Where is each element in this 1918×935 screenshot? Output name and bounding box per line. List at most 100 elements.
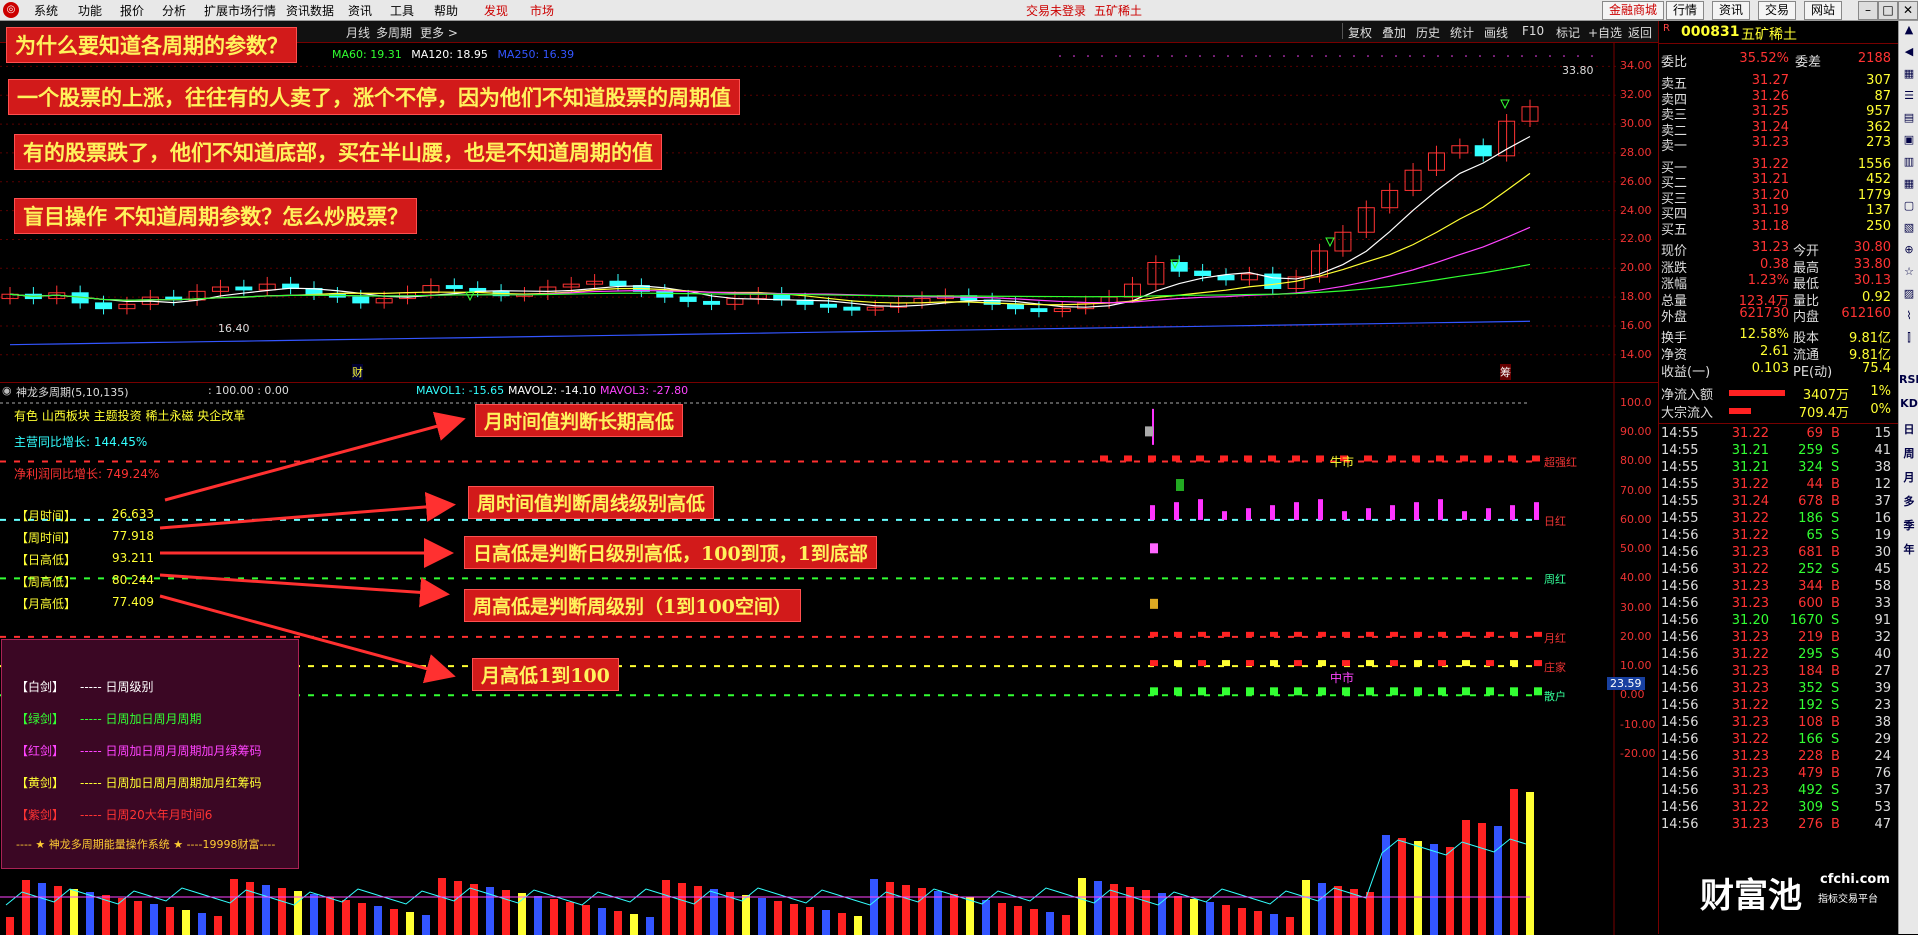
stat-value: 621730 bbox=[1739, 306, 1789, 321]
sword-legend: 【白剑】 ----- 日周级别 【绿剑】 ----- 日周加日周月周期 【红剑】 ----… bbox=[1, 639, 299, 869]
tick-time: 14:55 bbox=[1661, 510, 1699, 526]
chart-icon[interactable]: ▤ bbox=[1901, 111, 1917, 124]
stat2-label: 收益(一) bbox=[1661, 364, 1711, 380]
side-tab[interactable]: RSI bbox=[1899, 373, 1918, 386]
f10-button[interactable]: F10 bbox=[1522, 24, 1544, 38]
calc-icon[interactable]: ▧ bbox=[1901, 221, 1917, 234]
tick-price: 31.22 bbox=[1731, 799, 1769, 815]
tick-price: 31.23 bbox=[1731, 782, 1769, 798]
side-tab[interactable]: 周 bbox=[1899, 445, 1918, 461]
indicator-title[interactable]: 神龙多周期(5,10,135) bbox=[16, 384, 129, 400]
tick-vol: 44 bbox=[1806, 476, 1823, 492]
tick-price: 31.21 bbox=[1731, 459, 1769, 475]
adjust-button[interactable]: 复权 bbox=[1348, 24, 1372, 41]
stat-value2: 33.80 bbox=[1853, 256, 1891, 272]
grid-icon[interactable]: ▦ bbox=[1901, 67, 1917, 80]
legend-item-name: 【红剑】 bbox=[16, 744, 65, 758]
overlay-button[interactable]: 叠加 bbox=[1382, 24, 1406, 41]
history-button[interactable]: 历史 bbox=[1416, 24, 1440, 41]
bars-icon[interactable]: ▨ bbox=[1901, 287, 1917, 300]
ask-row-value2: 87 bbox=[1874, 88, 1891, 104]
maximize-icon[interactable]: □ bbox=[1878, 1, 1898, 20]
tick-vol: 228 bbox=[1798, 748, 1823, 764]
menu-system[interactable]: 系统 bbox=[34, 2, 58, 19]
stat-value2: 30.13 bbox=[1853, 273, 1891, 288]
menu-quote[interactable]: 报价 bbox=[120, 2, 144, 19]
add-watchlist-button[interactable]: +自选 bbox=[1588, 24, 1622, 41]
tick-dir: B bbox=[1831, 816, 1840, 832]
menu-ext-market[interactable]: 扩展市场行情 bbox=[204, 2, 276, 19]
arrow-left-icon[interactable]: ◀ bbox=[1901, 45, 1917, 58]
price-tick: 24.00 bbox=[1620, 203, 1652, 217]
list-icon[interactable]: ☰ bbox=[1901, 89, 1917, 102]
info-icon[interactable]: ▥ bbox=[1901, 155, 1917, 168]
menu-bar: ◎ 系统 功能 报价 分析 扩展市场行情 资讯数据 资讯 工具 帮助 发现 市场… bbox=[0, 0, 1918, 21]
mark-button[interactable]: 标记 bbox=[1556, 24, 1580, 41]
tick-price: 31.22 bbox=[1731, 510, 1769, 526]
tick-count: 38 bbox=[1874, 459, 1891, 475]
tick-count: 23 bbox=[1874, 697, 1891, 713]
minimize-icon[interactable]: – bbox=[1858, 1, 1878, 20]
news-button[interactable]: 资讯 bbox=[1712, 1, 1751, 20]
doc-icon[interactable]: ▣ bbox=[1901, 133, 1917, 146]
quote-button[interactable]: 行情 bbox=[1666, 1, 1705, 20]
stat2-value2: 75.4 bbox=[1862, 360, 1891, 376]
tick-vol: 1670 bbox=[1789, 612, 1823, 628]
mavol2-label: MAVOL2: -14.10 bbox=[508, 384, 597, 397]
menu-tools[interactable]: 工具 bbox=[390, 2, 414, 19]
side-tab[interactable]: 多 bbox=[1899, 493, 1918, 509]
website-button[interactable]: 网站 bbox=[1804, 1, 1843, 20]
legend-footer: ---- ★ 神龙多周期能量操作系统 ★ ----19998财富---- bbox=[16, 838, 276, 851]
finance-marker[interactable]: 财 bbox=[352, 364, 363, 380]
menu-help[interactable]: 帮助 bbox=[434, 2, 458, 19]
indicator-tick: 10.00 bbox=[1620, 659, 1652, 673]
side-tab[interactable]: KD bbox=[1899, 397, 1918, 410]
tick-vol: 479 bbox=[1798, 765, 1823, 781]
mall-button[interactable]: 金融商城 bbox=[1602, 1, 1665, 20]
tick-count: 12 bbox=[1874, 476, 1891, 492]
side-tab[interactable]: 年 bbox=[1899, 541, 1918, 557]
candle-icon[interactable]: ⫿ bbox=[1901, 331, 1917, 345]
tick-time: 14:56 bbox=[1661, 663, 1699, 679]
flow-bar bbox=[1729, 389, 1785, 396]
side-tab[interactable]: 日 bbox=[1899, 421, 1918, 437]
back-button[interactable]: 返回 bbox=[1628, 24, 1652, 41]
menu-analysis[interactable]: 分析 bbox=[162, 2, 186, 19]
draw-line-button[interactable]: 画线 bbox=[1484, 24, 1508, 41]
tick-time: 14:56 bbox=[1661, 527, 1699, 543]
chips-marker[interactable]: 筹 bbox=[1500, 364, 1511, 380]
trade-button[interactable]: 交易 bbox=[1758, 1, 1797, 20]
menu-discover[interactable]: 发现 bbox=[484, 2, 508, 19]
indicator-tick: 50.00 bbox=[1620, 542, 1652, 556]
table-icon[interactable]: ▦ bbox=[1901, 177, 1917, 190]
ma250-label: MA250: 16.39 bbox=[497, 48, 575, 61]
tick-dir: B bbox=[1831, 629, 1840, 645]
indicator-collapse-icon[interactable]: ◉ bbox=[2, 384, 12, 397]
tab-month[interactable]: 月线 bbox=[346, 24, 370, 41]
callout-day-hl: 日高低是判断日级别高低，100到顶，1到底部 bbox=[464, 536, 877, 569]
menu-info[interactable]: 资讯 bbox=[348, 2, 372, 19]
zoom-icon[interactable]: ⊕ bbox=[1901, 243, 1917, 256]
menu-function[interactable]: 功能 bbox=[78, 2, 102, 19]
star-icon[interactable]: ☆ bbox=[1901, 265, 1917, 278]
price-tick: 30.00 bbox=[1620, 117, 1652, 131]
level-label: 庄家 bbox=[1544, 661, 1566, 675]
tab-multi-period[interactable]: 多周期 bbox=[376, 24, 412, 41]
legend-item-desc: ----- 日周加日周月周期 bbox=[80, 712, 202, 726]
menu-info-data[interactable]: 资讯数据 bbox=[286, 2, 334, 19]
side-toolbar: ▲ ◀ ▦ ☰ ▤ ▣ ▥ ▦ ▢ ▧ ⊕ ☆ ▨ ⌇ ⫿ RSI KD 日周月多季… bbox=[1898, 21, 1918, 934]
side-tab[interactable]: 季 bbox=[1899, 517, 1918, 533]
level-label: 月红 bbox=[1544, 631, 1566, 645]
window-icon[interactable]: ▢ bbox=[1901, 199, 1917, 212]
arrow-up-icon[interactable]: ▲ bbox=[1901, 23, 1917, 36]
side-tab[interactable]: 月 bbox=[1899, 469, 1918, 485]
bid-row-value2: 452 bbox=[1866, 172, 1891, 187]
tab-more[interactable]: 更多 > bbox=[420, 24, 458, 41]
indicator-tick: 70.00 bbox=[1620, 483, 1652, 497]
close-icon[interactable]: ✕ bbox=[1898, 1, 1918, 20]
tick-price: 31.23 bbox=[1731, 714, 1769, 730]
menu-market[interactable]: 市场 bbox=[530, 2, 554, 19]
line-icon[interactable]: ⌇ bbox=[1901, 309, 1917, 322]
stats-button[interactable]: 统计 bbox=[1450, 24, 1474, 41]
stock-code: 000831 bbox=[1681, 24, 1740, 40]
